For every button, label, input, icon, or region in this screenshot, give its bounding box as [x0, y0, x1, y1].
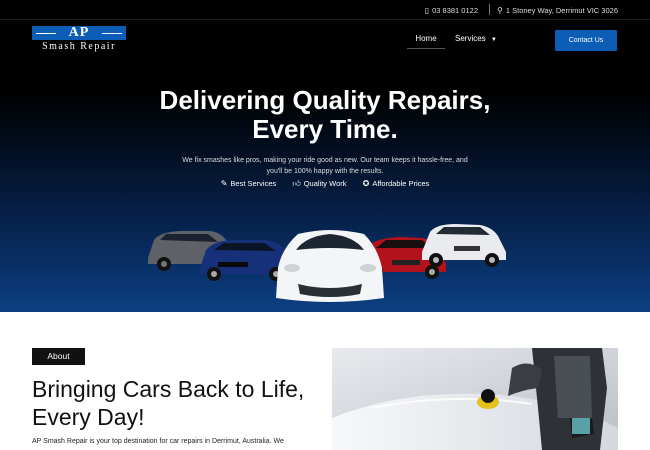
address-text: 1 Stoney Way, Derrimut VIC 3026: [505, 6, 618, 15]
address-link[interactable]: ⚲ 1 Stoney Way, Derrimut VIC 3026: [497, 6, 618, 15]
hero-title-line-1: Delivering Quality Repairs,: [159, 85, 491, 115]
nav-home[interactable]: Home: [407, 31, 445, 49]
logo-sub-text: Smash Repair: [42, 41, 116, 52]
price-tag-icon: ✪: [362, 179, 370, 188]
phone-icon: ▯: [424, 6, 430, 15]
feature-item: ✎ Best Services: [221, 179, 277, 188]
feature-label: Quality Work: [303, 179, 347, 188]
nav-services[interactable]: Services ▼: [455, 31, 497, 48]
hero-description: We fix smashes like pros, making your ri…: [182, 157, 468, 175]
wrench-icon: ✎: [220, 179, 228, 188]
top-info-bar: ▯ 03 8381 0122 ⚲ 1 Stoney Way, Derrimut VI…: [0, 0, 650, 20]
about-title: Bringing Cars Back to Life, Every Day!: [32, 376, 305, 430]
feature-label: Affordable Prices: [372, 179, 430, 188]
feature-list: ✎ Best Services 👍︎ Quality Work ✪ Affordabl…: [0, 179, 650, 189]
contact-us-button[interactable]: Contact Us: [555, 30, 617, 51]
hero-section: ▯ 03 8381 0122 ⚲ 1 Stoney Way, Derrimut VI…: [0, 0, 650, 312]
car-white-compact: [422, 224, 506, 267]
about-tag: About: [32, 348, 85, 365]
mechanic-photo: [332, 348, 618, 450]
thumbs-up-icon: 👍︎: [292, 179, 301, 188]
cars-image: [148, 224, 506, 302]
phone-link[interactable]: ▯ 03 8381 0122: [425, 6, 478, 15]
feature-item: ✪ Affordable Prices: [363, 179, 430, 188]
location-icon: ⚲: [497, 6, 503, 15]
about-text: AP Smash Repair is your top destination …: [32, 438, 284, 445]
feature-item: 👍︎ Quality Work: [292, 179, 346, 189]
hero-title: Delivering Quality Repairs, Every Time.: [0, 86, 650, 144]
nav-services-label: Services: [455, 34, 486, 43]
chevron-down-icon: ▼: [490, 37, 497, 43]
logo[interactable]: AP Smash Repair: [32, 26, 126, 52]
divider: [489, 4, 490, 15]
phone-number: 03 8381 0122: [432, 6, 478, 15]
car-white-sports: [276, 230, 384, 302]
logo-main-text: AP: [68, 25, 90, 40]
hero-title-line-2: Every Time.: [252, 114, 398, 144]
feature-label: Best Services: [230, 179, 277, 188]
